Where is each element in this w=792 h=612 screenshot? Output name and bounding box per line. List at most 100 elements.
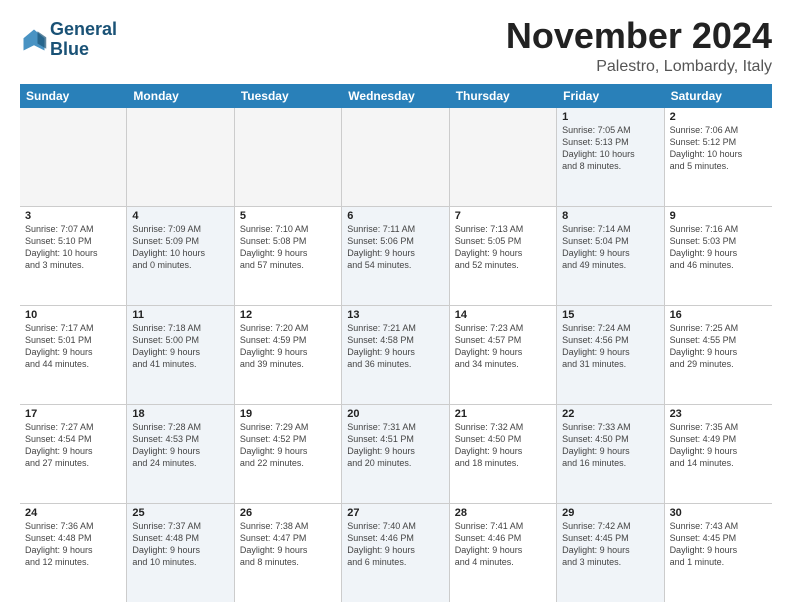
calendar-cell: 12Sunrise: 7:20 AM Sunset: 4:59 PM Dayli… (235, 306, 342, 404)
day-info: Sunrise: 7:07 AM Sunset: 5:10 PM Dayligh… (25, 223, 121, 272)
day-info: Sunrise: 7:23 AM Sunset: 4:57 PM Dayligh… (455, 322, 551, 371)
calendar-cell: 21Sunrise: 7:32 AM Sunset: 4:50 PM Dayli… (450, 405, 557, 503)
calendar-cell: 28Sunrise: 7:41 AM Sunset: 4:46 PM Dayli… (450, 504, 557, 602)
calendar-row: 10Sunrise: 7:17 AM Sunset: 5:01 PM Dayli… (20, 306, 772, 405)
day-number: 26 (240, 507, 336, 519)
calendar-cell: 10Sunrise: 7:17 AM Sunset: 5:01 PM Dayli… (20, 306, 127, 404)
day-number: 8 (562, 210, 658, 222)
day-info: Sunrise: 7:17 AM Sunset: 5:01 PM Dayligh… (25, 322, 121, 371)
day-info: Sunrise: 7:42 AM Sunset: 4:45 PM Dayligh… (562, 520, 658, 569)
calendar-row: 17Sunrise: 7:27 AM Sunset: 4:54 PM Dayli… (20, 405, 772, 504)
calendar-cell: 27Sunrise: 7:40 AM Sunset: 4:46 PM Dayli… (342, 504, 449, 602)
calendar-cell: 17Sunrise: 7:27 AM Sunset: 4:54 PM Dayli… (20, 405, 127, 503)
page: General Blue November 2024 Palestro, Lom… (0, 0, 792, 612)
calendar-cell: 1Sunrise: 7:05 AM Sunset: 5:13 PM Daylig… (557, 108, 664, 206)
day-number: 18 (132, 408, 228, 420)
calendar-cell: 18Sunrise: 7:28 AM Sunset: 4:53 PM Dayli… (127, 405, 234, 503)
calendar-body: 1Sunrise: 7:05 AM Sunset: 5:13 PM Daylig… (20, 108, 772, 602)
weekday-header: Friday (557, 84, 664, 108)
day-number: 12 (240, 309, 336, 321)
day-info: Sunrise: 7:21 AM Sunset: 4:58 PM Dayligh… (347, 322, 443, 371)
day-info: Sunrise: 7:33 AM Sunset: 4:50 PM Dayligh… (562, 421, 658, 470)
calendar-cell: 11Sunrise: 7:18 AM Sunset: 5:00 PM Dayli… (127, 306, 234, 404)
day-info: Sunrise: 7:29 AM Sunset: 4:52 PM Dayligh… (240, 421, 336, 470)
calendar-cell: 30Sunrise: 7:43 AM Sunset: 4:45 PM Dayli… (665, 504, 772, 602)
calendar-cell: 6Sunrise: 7:11 AM Sunset: 5:06 PM Daylig… (342, 207, 449, 305)
calendar-cell: 5Sunrise: 7:10 AM Sunset: 5:08 PM Daylig… (235, 207, 342, 305)
day-info: Sunrise: 7:06 AM Sunset: 5:12 PM Dayligh… (670, 124, 767, 173)
weekday-header: Tuesday (235, 84, 342, 108)
day-number: 25 (132, 507, 228, 519)
day-number: 4 (132, 210, 228, 222)
day-number: 9 (670, 210, 767, 222)
day-info: Sunrise: 7:40 AM Sunset: 4:46 PM Dayligh… (347, 520, 443, 569)
location: Palestro, Lombardy, Italy (506, 58, 772, 76)
day-number: 3 (25, 210, 121, 222)
day-info: Sunrise: 7:05 AM Sunset: 5:13 PM Dayligh… (562, 124, 658, 173)
calendar-cell (342, 108, 449, 206)
calendar-row: 24Sunrise: 7:36 AM Sunset: 4:48 PM Dayli… (20, 504, 772, 602)
day-info: Sunrise: 7:13 AM Sunset: 5:05 PM Dayligh… (455, 223, 551, 272)
day-info: Sunrise: 7:36 AM Sunset: 4:48 PM Dayligh… (25, 520, 121, 569)
day-number: 10 (25, 309, 121, 321)
day-number: 28 (455, 507, 551, 519)
logo-text: General Blue (50, 20, 117, 60)
calendar-cell: 2Sunrise: 7:06 AM Sunset: 5:12 PM Daylig… (665, 108, 772, 206)
day-info: Sunrise: 7:43 AM Sunset: 4:45 PM Dayligh… (670, 520, 767, 569)
weekday-header: Saturday (665, 84, 772, 108)
day-info: Sunrise: 7:32 AM Sunset: 4:50 PM Dayligh… (455, 421, 551, 470)
day-info: Sunrise: 7:28 AM Sunset: 4:53 PM Dayligh… (132, 421, 228, 470)
calendar-cell: 8Sunrise: 7:14 AM Sunset: 5:04 PM Daylig… (557, 207, 664, 305)
calendar-cell: 15Sunrise: 7:24 AM Sunset: 4:56 PM Dayli… (557, 306, 664, 404)
day-info: Sunrise: 7:11 AM Sunset: 5:06 PM Dayligh… (347, 223, 443, 272)
day-number: 1 (562, 111, 658, 123)
day-info: Sunrise: 7:18 AM Sunset: 5:00 PM Dayligh… (132, 322, 228, 371)
day-number: 21 (455, 408, 551, 420)
logo-icon (20, 26, 48, 54)
calendar-cell (20, 108, 127, 206)
calendar-cell: 7Sunrise: 7:13 AM Sunset: 5:05 PM Daylig… (450, 207, 557, 305)
day-number: 16 (670, 309, 767, 321)
logo: General Blue (20, 20, 117, 60)
calendar-cell: 20Sunrise: 7:31 AM Sunset: 4:51 PM Dayli… (342, 405, 449, 503)
day-number: 24 (25, 507, 121, 519)
day-info: Sunrise: 7:09 AM Sunset: 5:09 PM Dayligh… (132, 223, 228, 272)
weekday-header: Monday (127, 84, 234, 108)
day-info: Sunrise: 7:27 AM Sunset: 4:54 PM Dayligh… (25, 421, 121, 470)
calendar-cell: 25Sunrise: 7:37 AM Sunset: 4:48 PM Dayli… (127, 504, 234, 602)
day-number: 17 (25, 408, 121, 420)
day-info: Sunrise: 7:20 AM Sunset: 4:59 PM Dayligh… (240, 322, 336, 371)
day-info: Sunrise: 7:41 AM Sunset: 4:46 PM Dayligh… (455, 520, 551, 569)
logo-line1: General (50, 19, 117, 39)
calendar-cell: 4Sunrise: 7:09 AM Sunset: 5:09 PM Daylig… (127, 207, 234, 305)
day-number: 27 (347, 507, 443, 519)
month-title: November 2024 (506, 16, 772, 56)
calendar: SundayMondayTuesdayWednesdayThursdayFrid… (20, 84, 772, 602)
weekday-header: Sunday (20, 84, 127, 108)
day-number: 5 (240, 210, 336, 222)
day-number: 30 (670, 507, 767, 519)
weekday-header: Wednesday (342, 84, 449, 108)
calendar-cell: 3Sunrise: 7:07 AM Sunset: 5:10 PM Daylig… (20, 207, 127, 305)
day-number: 29 (562, 507, 658, 519)
day-info: Sunrise: 7:38 AM Sunset: 4:47 PM Dayligh… (240, 520, 336, 569)
calendar-cell: 13Sunrise: 7:21 AM Sunset: 4:58 PM Dayli… (342, 306, 449, 404)
calendar-row: 3Sunrise: 7:07 AM Sunset: 5:10 PM Daylig… (20, 207, 772, 306)
weekday-header: Thursday (450, 84, 557, 108)
calendar-cell: 22Sunrise: 7:33 AM Sunset: 4:50 PM Dayli… (557, 405, 664, 503)
calendar-cell: 29Sunrise: 7:42 AM Sunset: 4:45 PM Dayli… (557, 504, 664, 602)
day-info: Sunrise: 7:35 AM Sunset: 4:49 PM Dayligh… (670, 421, 767, 470)
header: General Blue November 2024 Palestro, Lom… (20, 16, 772, 76)
day-number: 6 (347, 210, 443, 222)
day-number: 22 (562, 408, 658, 420)
day-number: 23 (670, 408, 767, 420)
calendar-cell: 23Sunrise: 7:35 AM Sunset: 4:49 PM Dayli… (665, 405, 772, 503)
calendar-cell: 14Sunrise: 7:23 AM Sunset: 4:57 PM Dayli… (450, 306, 557, 404)
day-number: 19 (240, 408, 336, 420)
day-info: Sunrise: 7:16 AM Sunset: 5:03 PM Dayligh… (670, 223, 767, 272)
calendar-cell: 9Sunrise: 7:16 AM Sunset: 5:03 PM Daylig… (665, 207, 772, 305)
day-info: Sunrise: 7:10 AM Sunset: 5:08 PM Dayligh… (240, 223, 336, 272)
calendar-cell: 24Sunrise: 7:36 AM Sunset: 4:48 PM Dayli… (20, 504, 127, 602)
day-number: 11 (132, 309, 228, 321)
calendar-cell: 19Sunrise: 7:29 AM Sunset: 4:52 PM Dayli… (235, 405, 342, 503)
